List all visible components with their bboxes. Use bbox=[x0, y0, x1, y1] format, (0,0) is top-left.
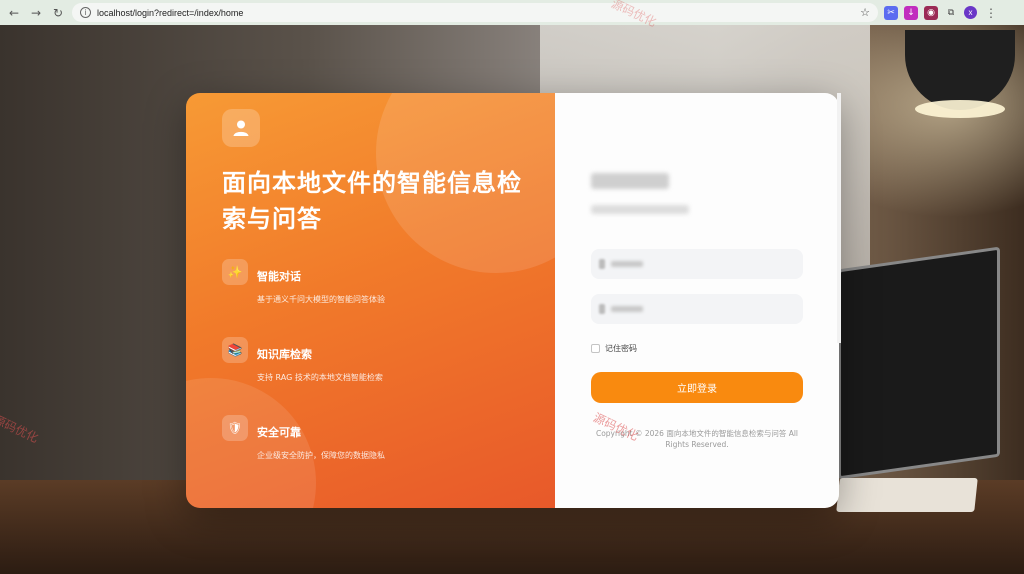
remember-label[interactable]: 记住密码 bbox=[605, 343, 637, 354]
background-notebook bbox=[836, 478, 978, 512]
browser-toolbar: ← → ↻ i localhost/login?redirect=/index/… bbox=[0, 0, 1024, 25]
extension-download-icon[interactable]: ↓ bbox=[904, 5, 918, 20]
login-card: 面向本地文件的智能信息检索与问答 ✨ 智能对话 基于通义千问大模型的智能问答体验… bbox=[186, 93, 839, 508]
bookmark-star-icon[interactable]: ☆ bbox=[860, 6, 870, 19]
login-form-panel: 记住密码 立即登录 Copyright © 2026 面向本地文件的智能信息检索… bbox=[555, 93, 839, 508]
feature-description: 支持 RAG 技术的本地文档智能检索 bbox=[257, 373, 383, 382]
feature-title: 知识库检索 bbox=[257, 348, 312, 361]
remember-password[interactable]: 记住密码 bbox=[591, 343, 637, 354]
remember-checkbox[interactable] bbox=[591, 344, 600, 353]
background-laptop bbox=[838, 246, 1000, 480]
feature-description: 企业级安全防护，保障您的数据隐私 bbox=[257, 451, 385, 460]
user-field-icon bbox=[599, 259, 605, 269]
browser-menu-icon[interactable]: ⋮ bbox=[983, 5, 999, 21]
books-icon: 📚 bbox=[222, 337, 248, 363]
back-icon[interactable]: ← bbox=[6, 5, 22, 21]
forward-icon[interactable]: → bbox=[28, 5, 44, 21]
feature-title: 智能对话 bbox=[257, 270, 301, 283]
password-input[interactable] bbox=[591, 294, 803, 324]
form-subtitle-redacted bbox=[591, 205, 689, 214]
url-text[interactable]: localhost/login?redirect=/index/home bbox=[97, 8, 854, 18]
form-title-redacted bbox=[591, 173, 669, 189]
hero-title: 面向本地文件的智能信息检索与问答 bbox=[222, 169, 522, 233]
reload-icon[interactable]: ↻ bbox=[50, 5, 66, 21]
profile-avatar[interactable]: x bbox=[964, 6, 977, 19]
hero-panel: 面向本地文件的智能信息检索与问答 ✨ 智能对话 基于通义千问大模型的智能问答体验… bbox=[186, 93, 555, 508]
address-bar[interactable]: i localhost/login?redirect=/index/home ☆ bbox=[72, 3, 878, 22]
extension-scissors-icon[interactable]: ✂ bbox=[884, 5, 898, 20]
feature-title: 安全可靠 bbox=[257, 426, 301, 439]
extensions-puzzle-icon[interactable]: ⧉ bbox=[944, 6, 958, 20]
user-icon bbox=[222, 109, 260, 147]
lock-field-icon bbox=[599, 304, 605, 314]
site-info-icon[interactable]: i bbox=[80, 7, 91, 18]
shield-icon: 🛡 bbox=[222, 415, 248, 441]
sparkles-icon: ✨ bbox=[222, 259, 248, 285]
username-input[interactable] bbox=[591, 249, 803, 279]
password-placeholder-redacted bbox=[611, 306, 643, 312]
login-button[interactable]: 立即登录 bbox=[591, 372, 803, 403]
username-placeholder-redacted bbox=[611, 261, 643, 267]
scrollbar[interactable] bbox=[837, 93, 841, 343]
extension-robot-icon[interactable]: ◉ bbox=[924, 5, 938, 20]
background-lamp-glow bbox=[915, 100, 1005, 118]
feature-description: 基于通义千问大模型的智能问答体验 bbox=[257, 295, 385, 304]
decorative-circle bbox=[186, 378, 316, 508]
